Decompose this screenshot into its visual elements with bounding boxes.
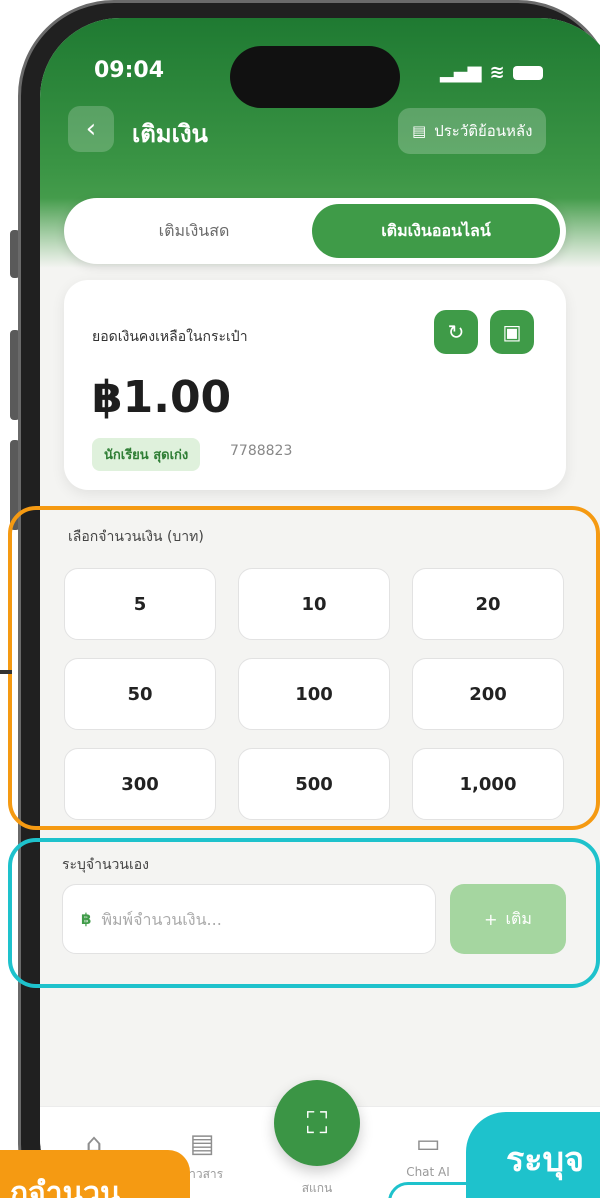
wifi-icon: ≋ (489, 62, 505, 83)
callout-label-cyan: ระบุจ (466, 1112, 600, 1198)
tab-cash-topup[interactable]: เติมเงินสด (70, 204, 318, 258)
chat-icon: ▭ (415, 1129, 441, 1159)
status-icons: ▂▄▆ ≋ (440, 62, 543, 83)
student-id: 7788823 (230, 443, 293, 459)
amount-option[interactable]: 1,000 (412, 748, 564, 820)
balance-amount: ฿1.00 (92, 372, 232, 423)
custom-amount-label: ระบุจำนวนเอง (62, 857, 150, 873)
nav-label: สแกน (301, 1181, 333, 1195)
history-label: ประวัติย้อนหลัง (434, 122, 533, 140)
nav-item-scan[interactable]: สแกน (277, 1179, 357, 1198)
custom-amount-field: ฿ (62, 884, 436, 954)
dynamic-island (230, 46, 400, 108)
back-button[interactable]: ‹ (68, 106, 114, 152)
amount-option[interactable]: 5 (64, 568, 216, 640)
balance-label: ยอดเงินคงเหลือในกระเป๋า (92, 329, 248, 345)
scan-icon: ⛶ (306, 1105, 328, 1141)
refresh-icon: ↻ (447, 320, 465, 344)
baht-icon: ฿ (81, 910, 92, 928)
amount-option[interactable]: 20 (412, 568, 564, 640)
amount-option[interactable]: 300 (64, 748, 216, 820)
signal-icon: ▂▄▆ (440, 62, 482, 83)
status-time: 09:04 (94, 58, 165, 83)
add-amount-button[interactable]: + เติม (450, 884, 566, 954)
scan-button[interactable]: ⛶ (274, 1080, 360, 1166)
nav-label: Chat AI (406, 1165, 450, 1179)
custom-amount-input[interactable] (101, 909, 402, 929)
clipboard-icon: ▤ (412, 122, 427, 140)
nav-item-chat-ai[interactable]: ▭ Chat AI (388, 1129, 468, 1179)
amount-option[interactable]: 100 (238, 658, 390, 730)
history-button[interactable]: ▤ ประวัติย้อนหลัง (398, 108, 547, 154)
chevron-left-icon: ‹ (85, 114, 97, 144)
phone-screen: 09:04 ▂▄▆ ≋ ‹ เติมเงิน ▤ ประวัติย้อนหลัง… (40, 18, 600, 1198)
wallet-button[interactable]: ▣ (490, 310, 534, 354)
amount-select-label: เลือกจำนวนเงิน (บาท) (68, 529, 204, 545)
battery-icon (512, 65, 543, 80)
topup-mode-tabs: เติมเงินสด เติมเงินออนไลน์ (64, 198, 566, 264)
student-name-badge: นักเรียน สุดเก่ง (92, 438, 201, 471)
amount-option[interactable]: 500 (238, 748, 390, 820)
callout-label-orange: กจำนวน (0, 1150, 190, 1198)
page-title: เติมเงิน (132, 120, 208, 148)
plus-icon: + (484, 909, 498, 929)
add-label: เติม (505, 908, 532, 928)
callout-connector (0, 670, 12, 674)
amount-option[interactable]: 200 (412, 658, 564, 730)
wallet-icon: ▣ (502, 320, 522, 344)
refresh-button[interactable]: ↻ (434, 310, 478, 354)
balance-card: ยอดเงินคงเหลือในกระเป๋า ↻ ▣ ฿1.00 นักเรี… (64, 280, 566, 490)
amount-option[interactable]: 50 (64, 658, 216, 730)
tab-online-topup[interactable]: เติมเงินออนไลน์ (312, 204, 560, 258)
amount-option[interactable]: 10 (238, 568, 390, 640)
